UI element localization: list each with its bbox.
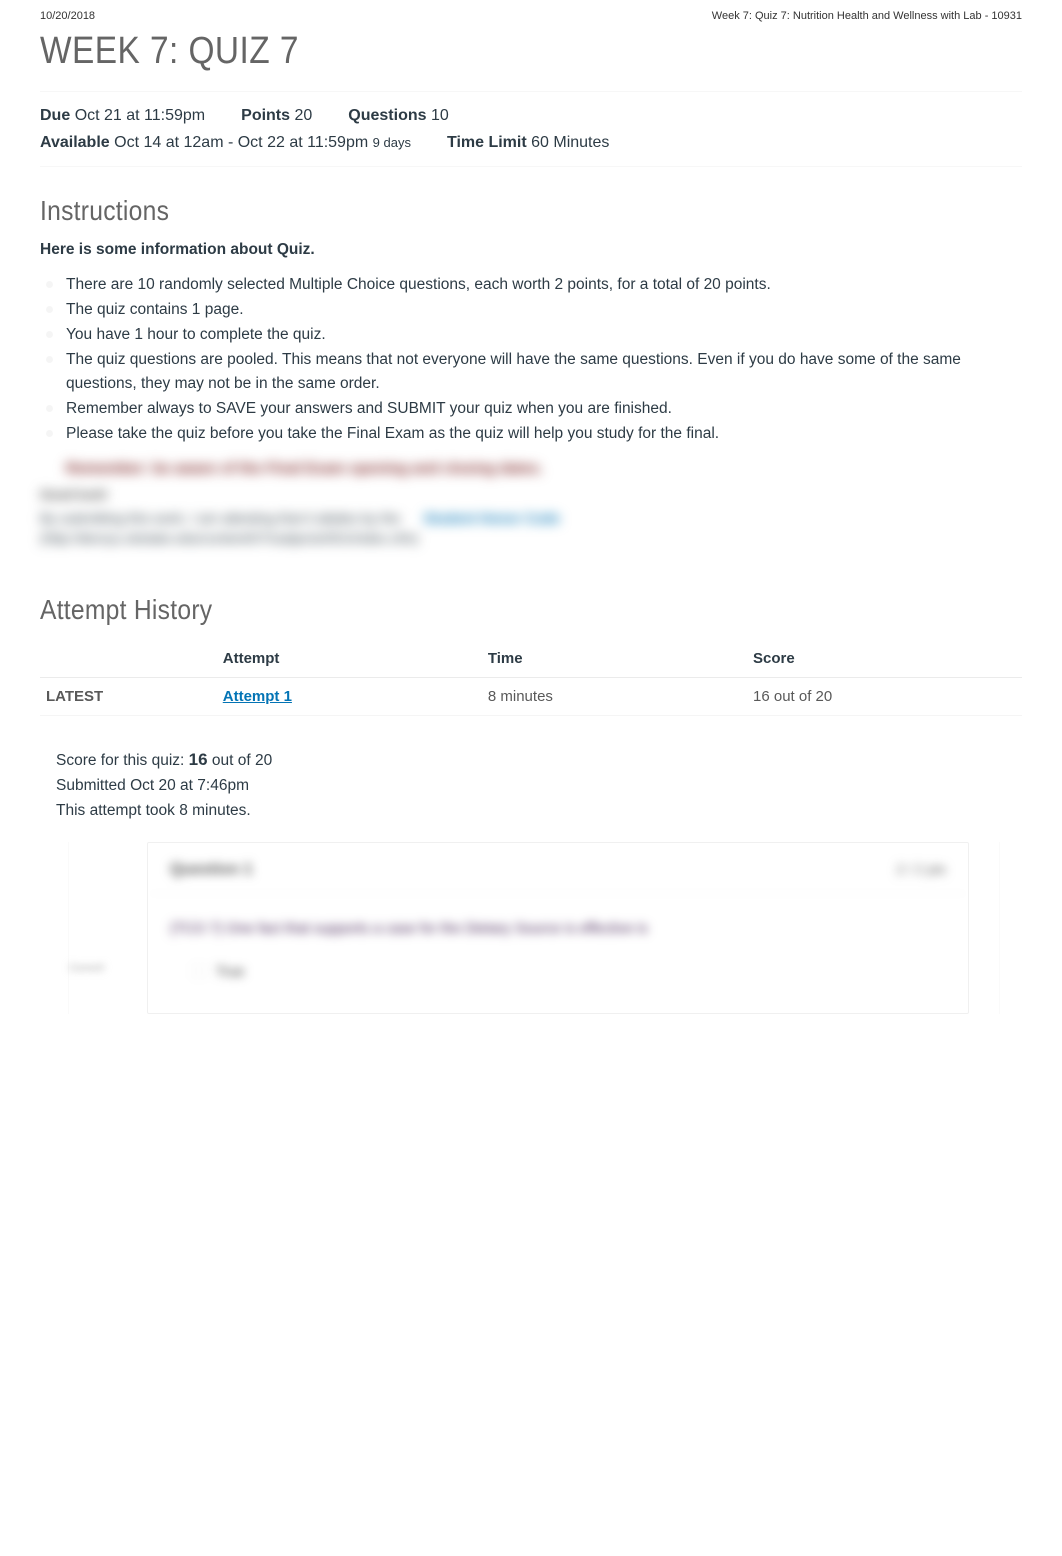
instructions-item: You have 1 hour to complete the quiz. [66, 323, 1022, 347]
attempt-link[interactable]: Attempt 1 [223, 688, 292, 705]
question-points: 2 / 2 pts [896, 861, 946, 879]
history-col-attempt: Attempt [217, 640, 482, 678]
answer-option: True [192, 963, 946, 979]
question-container: Correct! Question 1 2 / 2 pts (TCO 7) On… [68, 842, 1000, 1014]
instructions-heading: Instructions [40, 195, 904, 227]
submitted-line: Submitted Oct 20 at 7:46pm [56, 774, 1022, 799]
score-prefix: Score for this quiz: [56, 752, 189, 769]
instructions-item: The quiz questions are pooled. This mean… [66, 348, 1022, 396]
meta-timelimit-label: Time Limit [447, 134, 527, 151]
print-header: 10/20/2018 Week 7: Quiz 7: Nutrition Hea… [0, 0, 1062, 30]
attempt-history-table: Attempt Time Score LATEST Attempt 1 8 mi… [40, 640, 1022, 716]
duration-line: This attempt took 8 minutes. [56, 799, 1022, 824]
blurred-honor-text: By submitting this work, I am attesting … [40, 510, 400, 526]
blurred-content: Remember: be aware of the Final Exam ope… [40, 460, 1022, 546]
score-value: 16 [189, 750, 208, 769]
quiz-meta: Due Oct 21 at 11:59pm Points 20 Question… [40, 91, 1022, 167]
meta-questions-label: Questions [348, 107, 426, 124]
blurred-honor-line: By submitting this work, I am attesting … [40, 510, 1022, 526]
meta-due: Due Oct 21 at 11:59pm [40, 102, 205, 129]
question-text: (TCO 7) One fact that supports a case fo… [170, 921, 648, 937]
table-row: LATEST Attempt 1 8 minutes 16 out of 20 [40, 678, 1022, 716]
instructions-item: Please take the quiz before you take the… [66, 422, 1022, 446]
meta-available-days: 9 days [373, 135, 411, 150]
answer-text: True [216, 963, 244, 979]
meta-available-label: Available [40, 134, 110, 151]
meta-points: Points 20 [241, 102, 312, 129]
score-summary: Score for this quiz: 16 out of 20 Submit… [56, 746, 1022, 823]
question-title: Question 1 [170, 861, 253, 879]
meta-timelimit-value: 60 Minutes [531, 134, 609, 151]
meta-points-value: 20 [294, 107, 312, 124]
attempt-history-heading: Attempt History [40, 594, 904, 626]
instructions-intro: Here is some information about Quiz. [40, 241, 1022, 259]
correct-tag: Correct! [69, 963, 105, 974]
history-col-blank [40, 640, 217, 678]
instructions-list: There are 10 randomly selected Multiple … [40, 273, 1022, 446]
history-col-score: Score [747, 640, 1022, 678]
instructions-item: There are 10 randomly selected Multiple … [66, 273, 1022, 297]
page-title: WEEK 7: QUIZ 7 [40, 30, 904, 73]
blurred-reminder: Remember: be aware of the Final Exam ope… [66, 460, 1022, 477]
score-suffix: out of 20 [208, 752, 273, 769]
instructions-item: The quiz contains 1 page. [66, 298, 1022, 322]
meta-due-label: Due [40, 107, 70, 124]
meta-timelimit: Time Limit 60 Minutes [447, 129, 609, 156]
score-line: Score for this quiz: 16 out of 20 [56, 746, 1022, 774]
meta-questions: Questions 10 [348, 102, 448, 129]
meta-available-value: Oct 14 at 12am - Oct 22 at 11:59pm [114, 134, 368, 151]
print-course-title: Week 7: Quiz 7: Nutrition Health and Wel… [712, 10, 1022, 22]
attempt-time: 8 minutes [482, 678, 747, 716]
question-card: Question 1 2 / 2 pts (TCO 7) One fact th… [147, 842, 969, 1014]
attempt-score: 16 out of 20 [747, 678, 1022, 716]
latest-badge: LATEST [40, 678, 217, 716]
blurred-honor-link: Student Honor Code [424, 510, 560, 526]
meta-available: Available Oct 14 at 12am - Oct 22 at 11:… [40, 129, 411, 156]
blurred-honor-url: (http://devryu.okstate.edu/content/07/su… [40, 530, 1022, 546]
history-col-time: Time [482, 640, 747, 678]
print-date: 10/20/2018 [40, 10, 95, 22]
meta-points-label: Points [241, 107, 290, 124]
meta-due-value: Oct 21 at 11:59pm [75, 107, 205, 124]
meta-questions-value: 10 [431, 107, 449, 124]
instructions-item: Remember always to SAVE your answers and… [66, 397, 1022, 421]
blurred-goodluck: Good luck! [40, 487, 1022, 502]
radio-icon [192, 964, 206, 978]
